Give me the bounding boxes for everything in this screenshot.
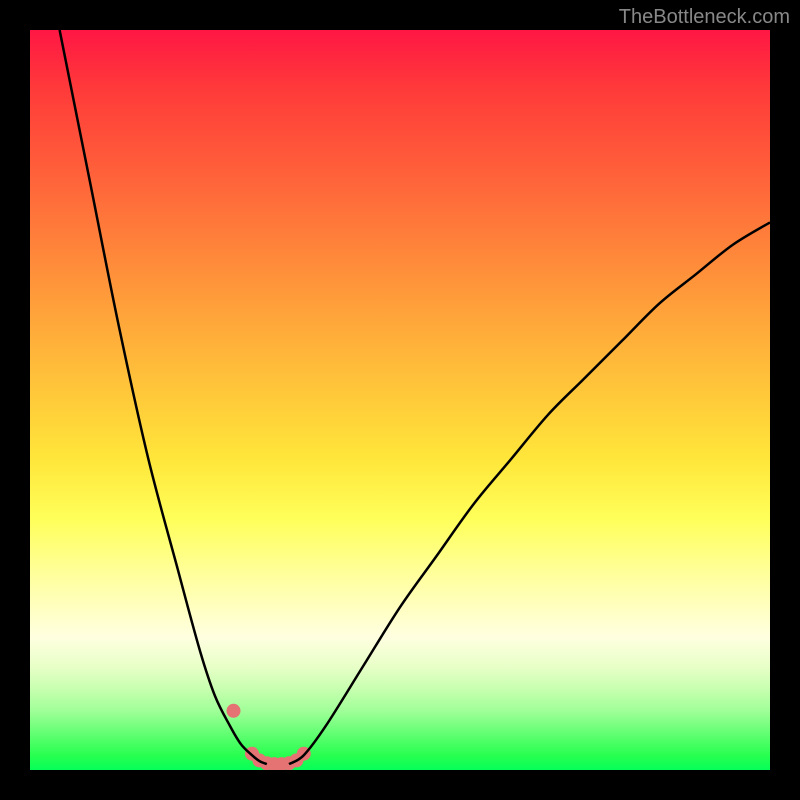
right-curve [289, 222, 770, 764]
plot-area [30, 30, 770, 770]
chart-container: TheBottleneck.com [0, 0, 800, 800]
valley-dot [227, 704, 241, 718]
left-curve [60, 30, 267, 764]
chart-svg [30, 30, 770, 770]
watermark-text: TheBottleneck.com [619, 6, 790, 29]
